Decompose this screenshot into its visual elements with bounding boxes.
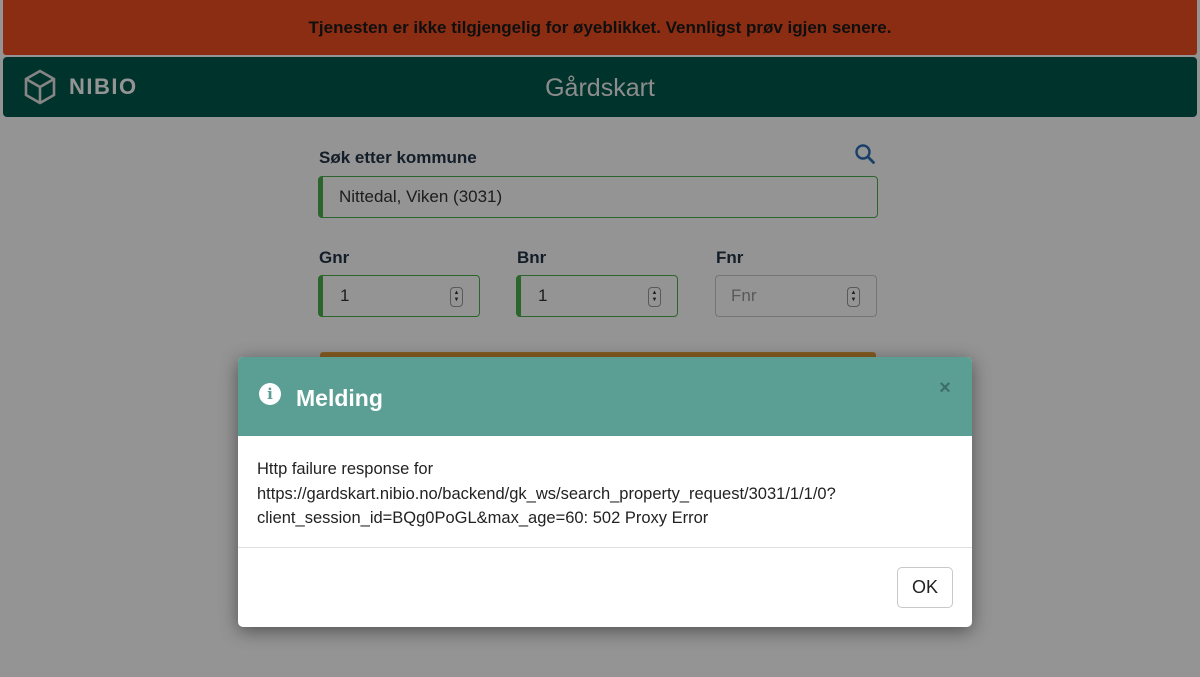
message-dialog: i Melding × Http failure response for ht… — [238, 357, 972, 627]
info-icon: i — [259, 383, 281, 405]
message-line: client_session_id=BQg0PoGL&max_age=60: 5… — [257, 509, 709, 527]
dialog-message: Http failure response for https://gardsk… — [257, 457, 947, 531]
message-line: Http failure response for — [257, 460, 434, 478]
dialog-title: Melding — [296, 385, 383, 411]
close-icon[interactable]: × — [936, 377, 954, 399]
dialog-divider — [238, 547, 972, 548]
message-line: https://gardskart.nibio.no/backend/gk_ws… — [257, 484, 836, 503]
ok-button[interactable]: OK — [897, 567, 953, 608]
dialog-header: i Melding × — [238, 357, 972, 436]
